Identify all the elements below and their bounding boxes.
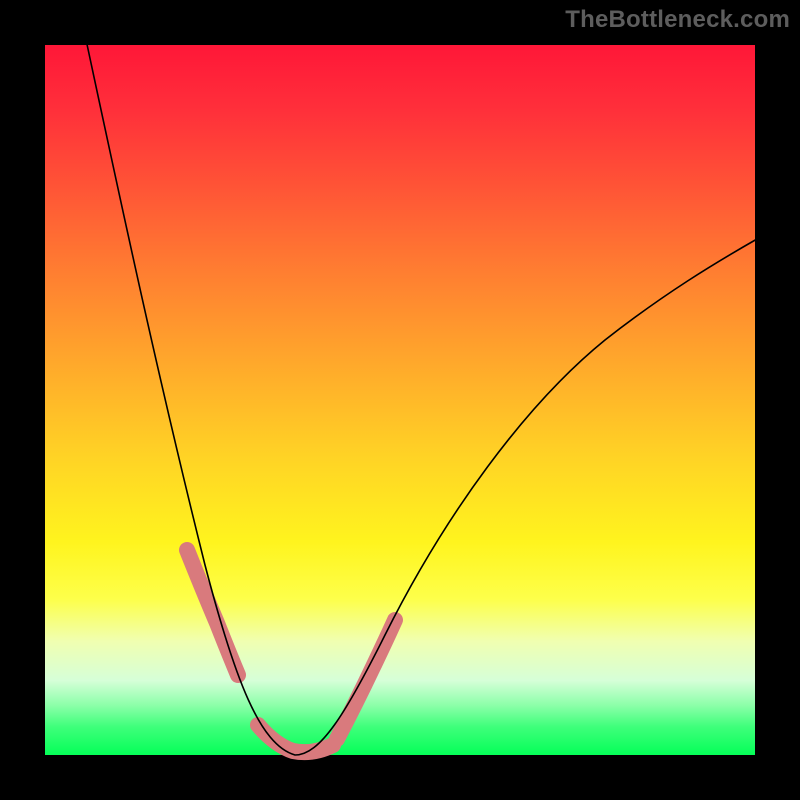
watermark-text: TheBottleneck.com [565, 6, 790, 34]
chart-frame: TheBottleneck.com [0, 0, 800, 800]
main-curve [85, 35, 757, 755]
plot-area [45, 45, 755, 755]
highlight-band-bottom [258, 725, 333, 752]
curve-svg [45, 45, 755, 755]
highlight-band-left [187, 550, 238, 675]
highlight-band-right [337, 620, 395, 739]
